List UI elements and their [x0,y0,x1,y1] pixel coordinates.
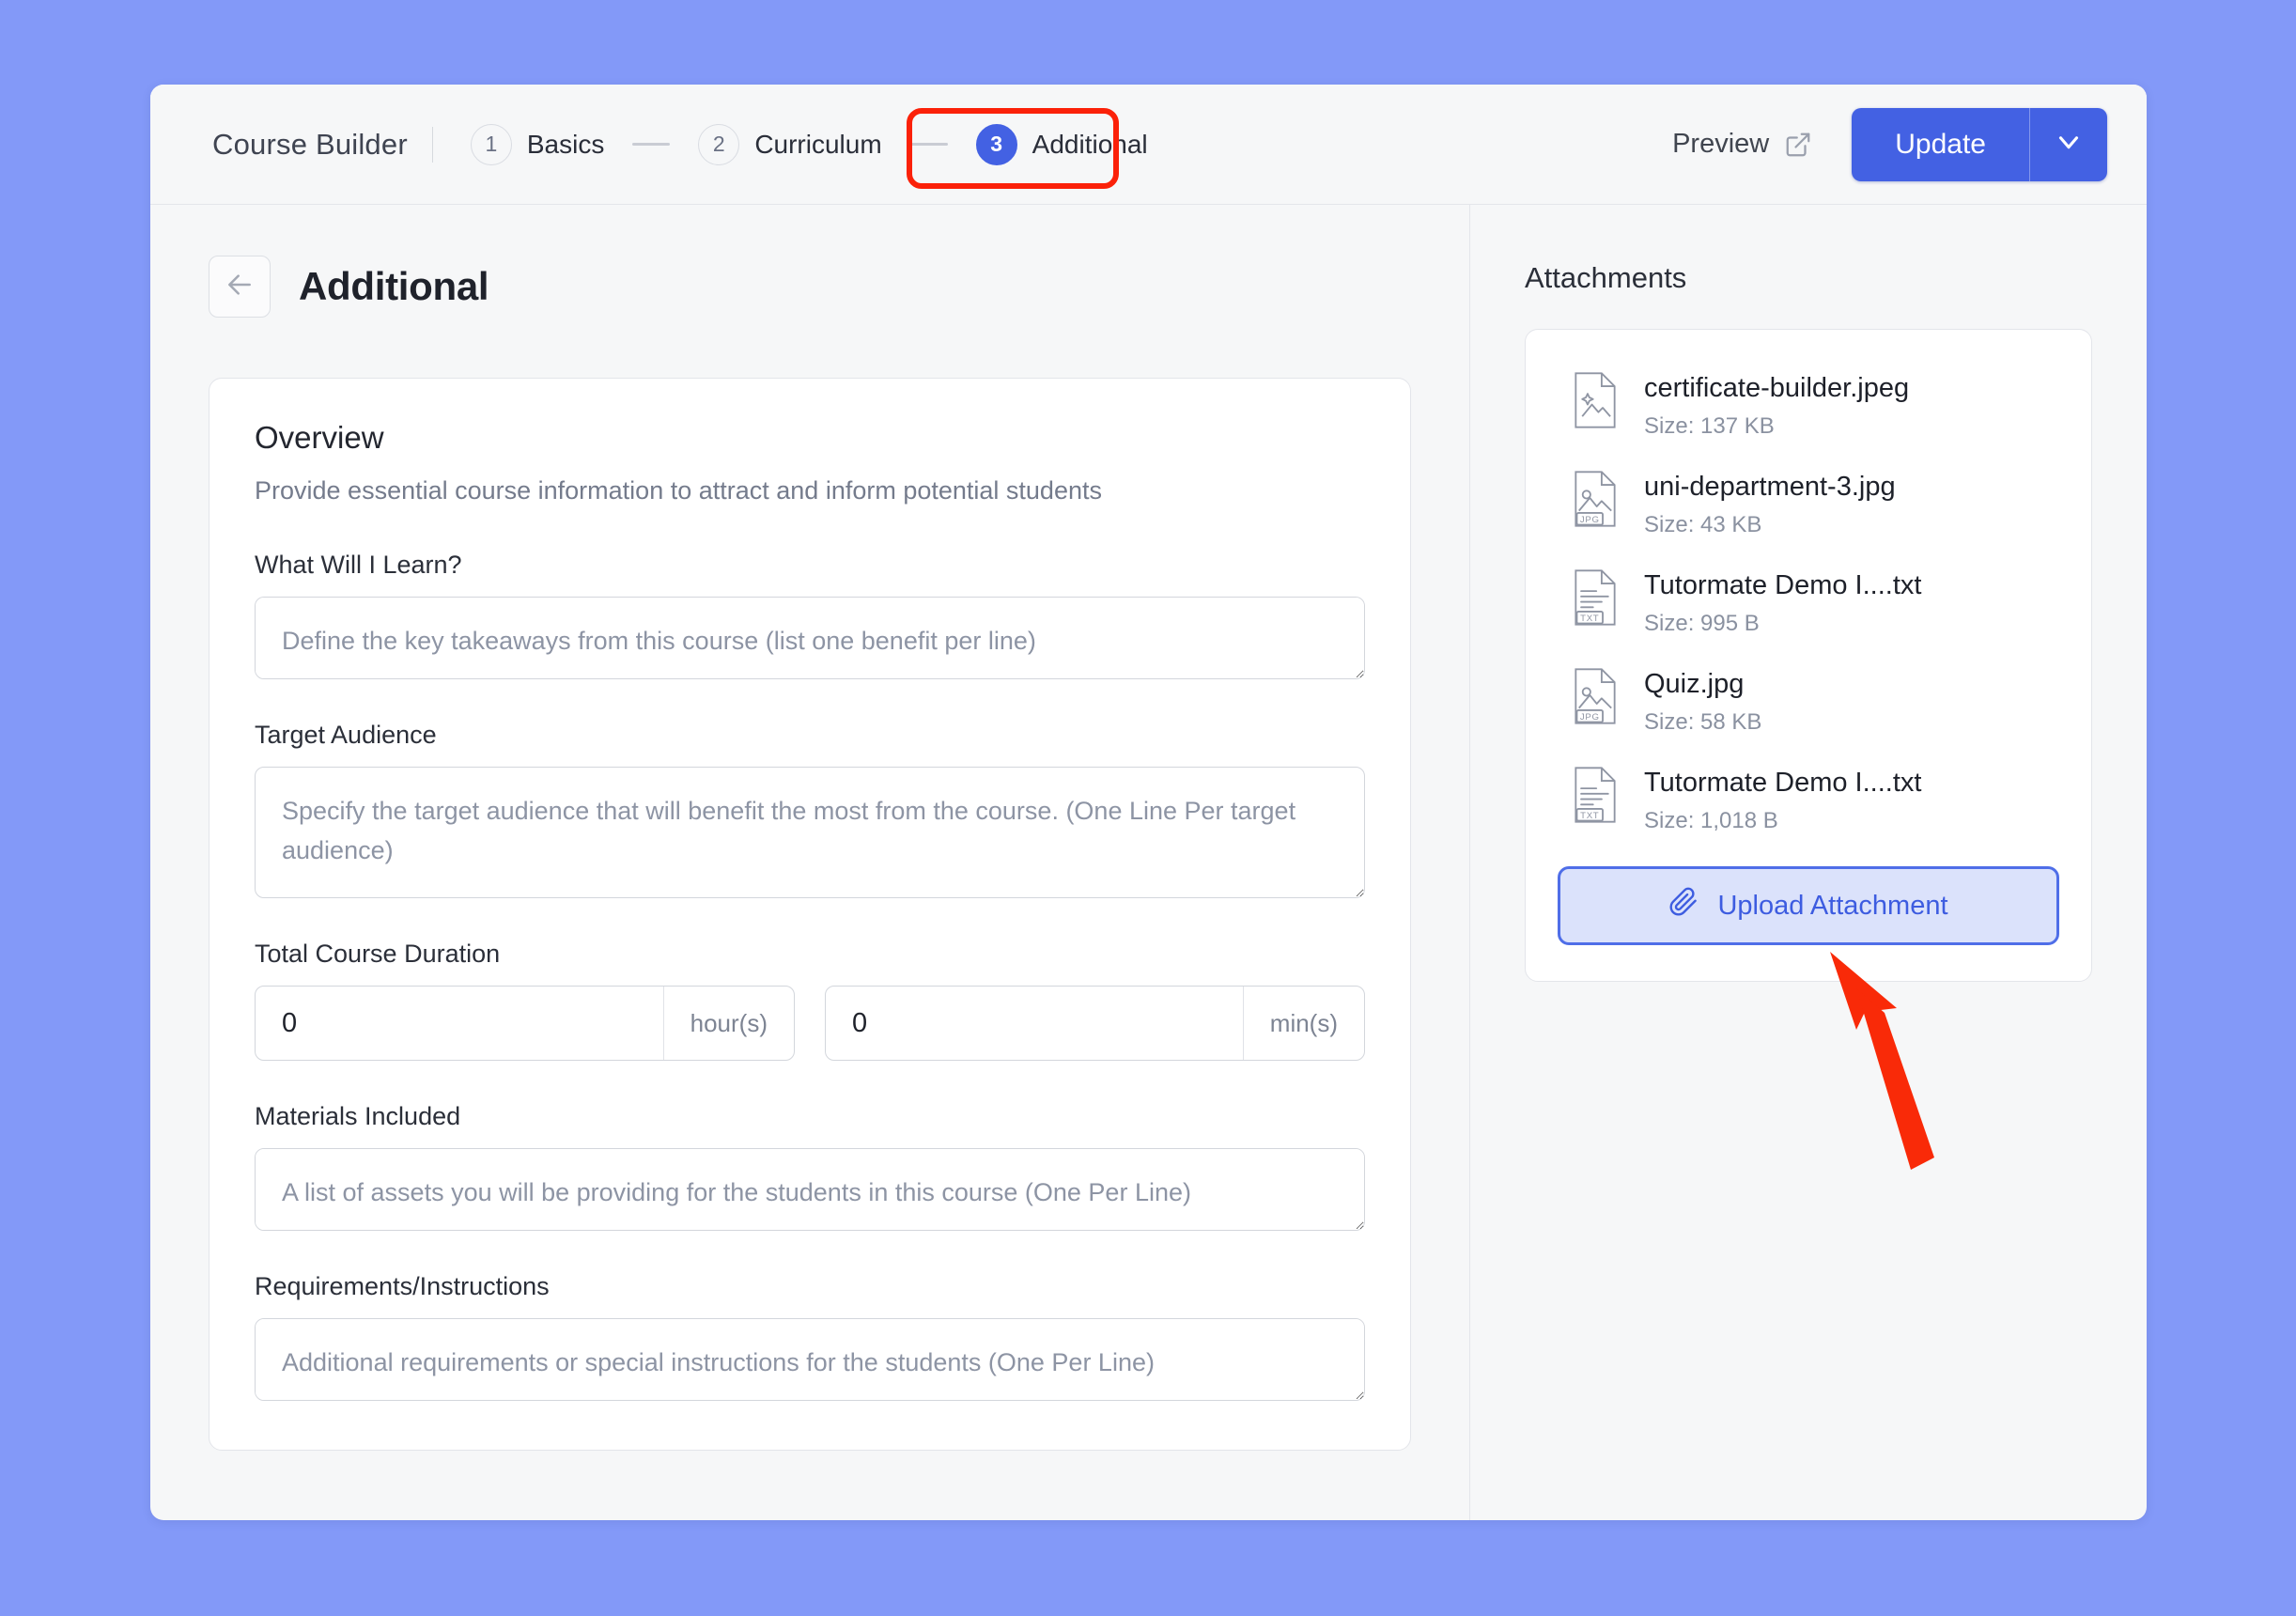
attachment-name: Quiz.jpg [1644,669,1761,700]
overview-title: Overview [255,420,1365,456]
step-additional-number: 3 [976,124,1017,165]
app-title: Course Builder [212,128,408,162]
requirements-instructions-label: Requirements/Instructions [255,1272,1365,1301]
update-button[interactable]: Update [1852,108,2029,181]
duration-minutes-input[interactable] [826,987,1243,1060]
duration-hours-input[interactable] [256,987,663,1060]
attachment-name: certificate-builder.jpeg [1644,373,1909,404]
attachment-size: Size: 1,018 B [1644,808,1921,834]
attachment-row[interactable]: TXT Tutormate Demo I....txt Size: 1,018 … [1558,756,2059,855]
attachments-pane: Attachments certificate-builder.jpeg [1470,205,2147,1520]
attachment-meta: uni-department-3.jpg Size: 43 KB [1644,470,1896,538]
step-indicator: 1 Basics 2 Curriculum 3 Additional [458,115,1161,175]
target-audience-input[interactable] [255,767,1365,898]
attachment-meta: Quiz.jpg Size: 58 KB [1644,667,1761,736]
attachment-meta: Tutormate Demo I....txt Size: 1,018 B [1644,766,1921,834]
header-divider [432,127,433,163]
step-curriculum-label: Curriculum [754,130,881,160]
back-button[interactable] [209,256,271,318]
attachment-meta: certificate-builder.jpeg Size: 137 KB [1644,371,1909,440]
svg-text:JPG: JPG [1580,515,1600,525]
builder-header: Course Builder 1 Basics 2 Curriculum 3 A… [150,85,2147,205]
attachment-name: uni-department-3.jpg [1644,472,1896,503]
materials-included-label: Materials Included [255,1102,1365,1131]
chevron-down-icon [2053,126,2085,163]
attachment-row[interactable]: JPG uni-department-3.jpg Size: 43 KB [1558,460,2059,559]
image-file-icon [1571,371,1620,434]
builder-body: Additional Overview Provide essential co… [150,205,2147,1520]
svg-text:TXT: TXT [1580,811,1599,821]
attachment-size: Size: 995 B [1644,611,1921,637]
step-basics[interactable]: 1 Basics [458,115,617,175]
jpg-file-icon: JPG [1571,470,1620,533]
attachments-title: Attachments [1525,261,2092,295]
field-materials-included: Materials Included [255,1102,1365,1231]
course-builder-window: Course Builder 1 Basics 2 Curriculum 3 A… [150,85,2147,1520]
what-will-i-learn-label: What Will I Learn? [255,551,1365,580]
update-button-group: Update [1852,108,2107,181]
step-curriculum-number: 2 [698,124,739,165]
svg-text:TXT: TXT [1580,614,1599,624]
attachment-meta: Tutormate Demo I....txt Size: 995 B [1644,568,1921,637]
overview-subtitle: Provide essential course information to … [255,476,1365,505]
attachment-size: Size: 58 KB [1644,709,1761,736]
duration-minutes-suffix: min(s) [1243,987,1364,1060]
txt-file-icon: TXT [1571,568,1620,631]
header-actions: Preview Update [1672,108,2107,181]
total-course-duration-label: Total Course Duration [255,940,1365,969]
update-dropdown-toggle[interactable] [2030,108,2107,181]
duration-row: hour(s) min(s) [255,986,1365,1061]
attachments-card: certificate-builder.jpeg Size: 137 KB [1525,329,2092,982]
step-additional[interactable]: 3 Additional [963,115,1161,175]
attachment-size: Size: 137 KB [1644,413,1909,440]
field-requirements-instructions: Requirements/Instructions [255,1272,1365,1401]
attachment-row[interactable]: JPG Quiz.jpg Size: 58 KB [1558,658,2059,756]
arrow-left-icon [225,270,255,304]
txt-file-icon: TXT [1571,766,1620,829]
what-will-i-learn-input[interactable] [255,597,1365,679]
step-basics-label: Basics [527,130,604,160]
attachment-name: Tutormate Demo I....txt [1644,768,1921,799]
field-target-audience: Target Audience [255,721,1365,898]
page-title: Additional [299,264,489,309]
target-audience-label: Target Audience [255,721,1365,750]
step-additional-label: Additional [1032,130,1148,160]
step-curriculum[interactable]: 2 Curriculum [685,115,894,175]
step-connector-2 [910,143,948,146]
overview-card: Overview Provide essential course inform… [209,378,1411,1451]
preview-label: Preview [1672,129,1769,160]
step-connector-1 [632,143,670,146]
attachment-row[interactable]: certificate-builder.jpeg Size: 137 KB [1558,362,2059,460]
attachment-size: Size: 43 KB [1644,512,1896,538]
upload-attachment-label: Upload Attachment [1717,891,1947,922]
page-header: Additional [209,256,1411,318]
step-basics-number: 1 [471,124,512,165]
materials-included-input[interactable] [255,1148,1365,1231]
duration-hours-suffix: hour(s) [663,987,794,1060]
duration-minutes-group: min(s) [825,986,1365,1061]
main-pane: Additional Overview Provide essential co… [150,205,1470,1520]
external-link-icon [1784,131,1812,159]
field-total-course-duration: Total Course Duration hour(s) min(s) [255,940,1365,1061]
duration-hours-group: hour(s) [255,986,795,1061]
preview-button[interactable]: Preview [1672,129,1812,160]
paperclip-icon [1668,887,1699,925]
svg-text:JPG: JPG [1580,712,1600,723]
attachment-row[interactable]: TXT Tutormate Demo I....txt Size: 995 B [1558,559,2059,658]
requirements-instructions-input[interactable] [255,1318,1365,1401]
upload-attachment-button[interactable]: Upload Attachment [1558,866,2059,945]
jpg-file-icon: JPG [1571,667,1620,730]
attachment-name: Tutormate Demo I....txt [1644,570,1921,601]
field-what-will-i-learn: What Will I Learn? [255,551,1365,679]
